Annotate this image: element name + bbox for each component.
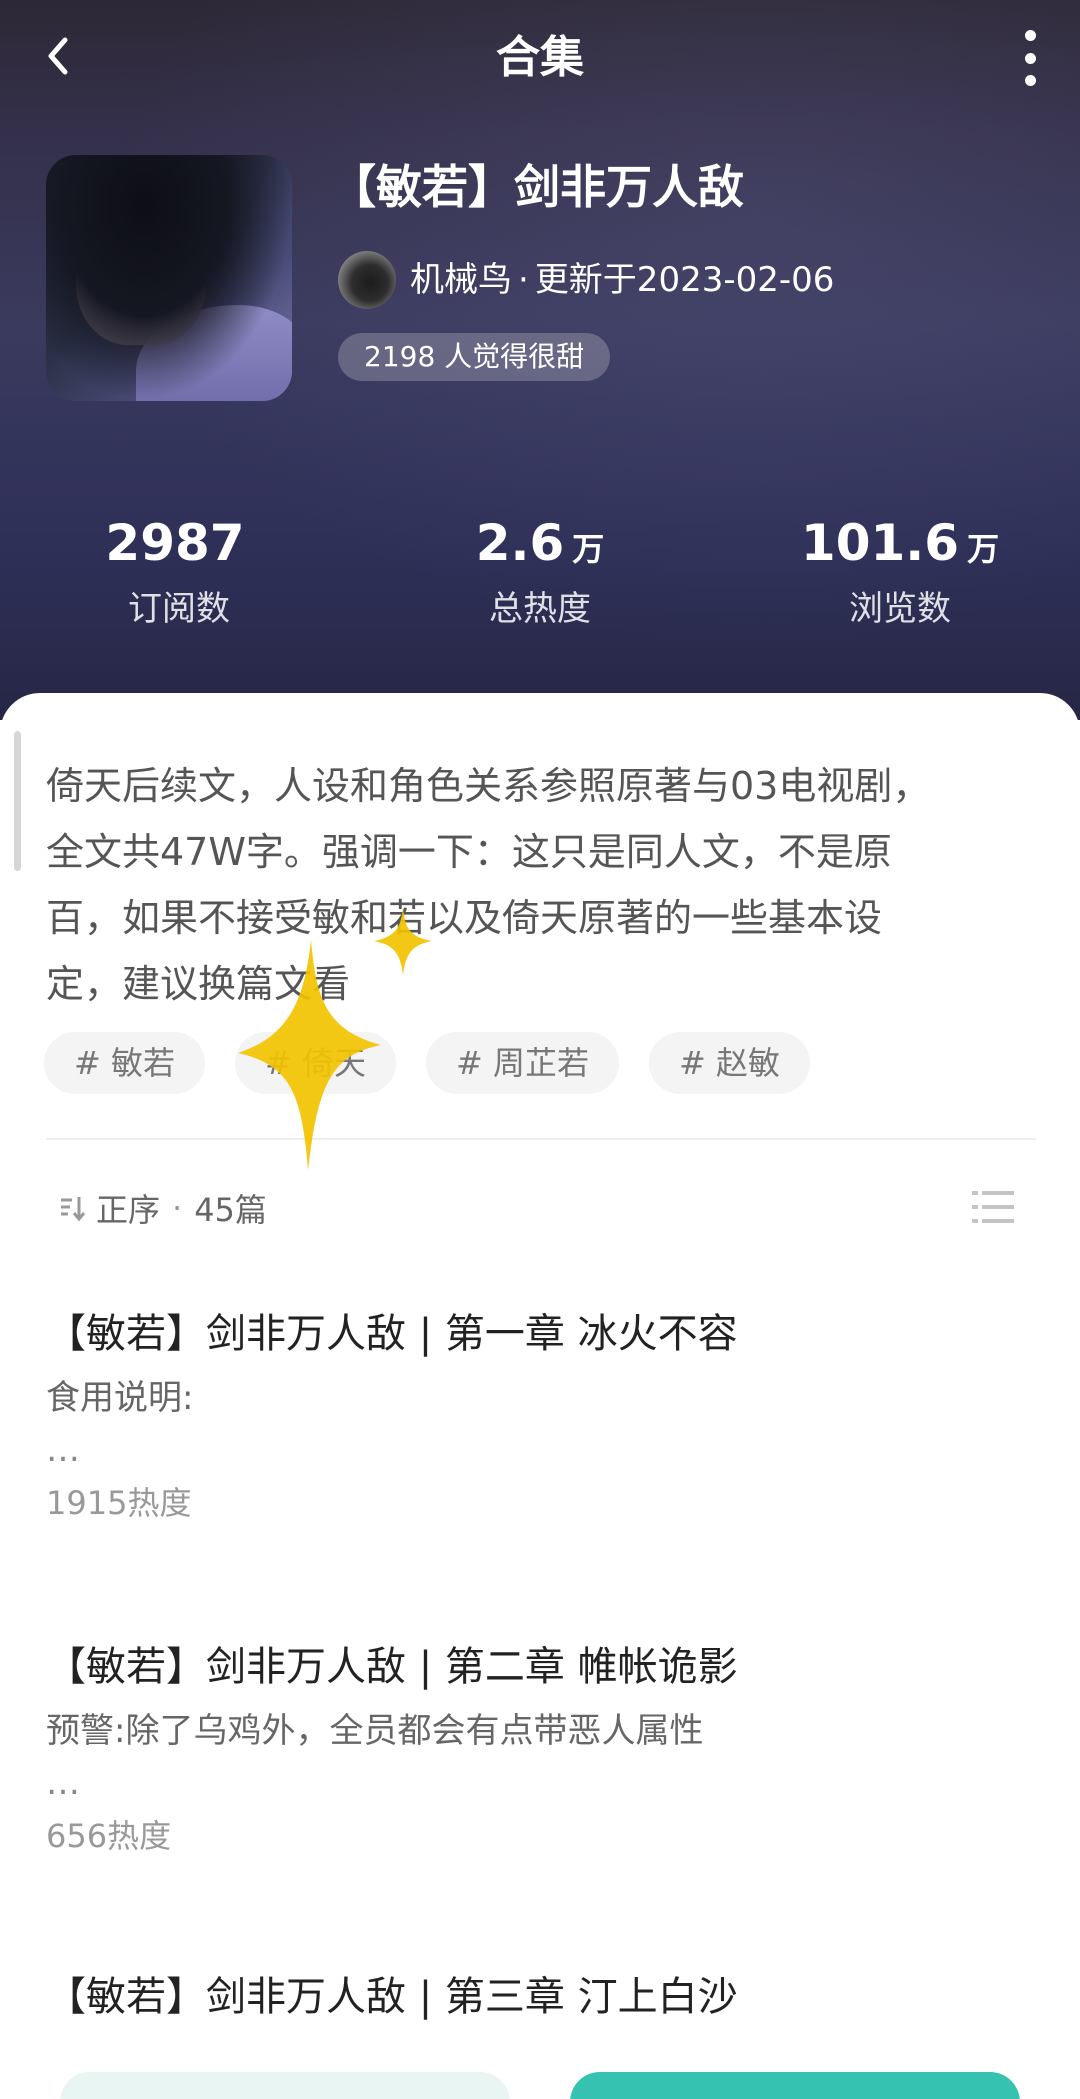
stat-value: 2987 — [105, 514, 245, 572]
author-avatar[interactable] — [338, 251, 396, 309]
author-name[interactable]: 机械鸟 — [410, 257, 512, 303]
stat-label: 浏览数 — [849, 589, 951, 629]
collection-header: 合集 【敏若】剑非万人敌 机械鸟 · 更新于2023-02-06 2198 人觉… — [0, 0, 1080, 720]
description-line: 百，如果不接受敏和若以及倚天原著的一些基本设 — [46, 896, 883, 940]
stat-subscriptions: 2987 订阅数 — [29, 508, 329, 634]
stat-unit: 万 — [967, 530, 1000, 568]
stat-total-heat: 2.6 万 总热度 — [390, 508, 690, 634]
page-title: 合集 — [496, 32, 584, 83]
sweet-badge: 2198 人觉得很甜 — [338, 333, 611, 381]
bottom-action-bar — [0, 2052, 1080, 2099]
list-icon — [972, 1191, 1014, 1223]
stat-unit: 万 — [572, 530, 605, 568]
chapter-ellipsis: … — [46, 1763, 80, 1803]
top-bar: 合集 — [0, 0, 1080, 118]
chapter-item[interactable]: 【敏若】剑非万人敌 | 第一章 冰火不容 食用说明: … 1915热度 — [46, 1303, 1036, 1529]
sort-order-label: 正序 — [96, 1191, 161, 1229]
description-line: 倚天后续文，人设和角色关系参照原著与03电视剧， — [46, 764, 931, 808]
chapter-heat: 1915热度 — [46, 1484, 192, 1522]
chapter-summary: 预警:除了乌鸡外，全员都会有点带恶人属性 — [46, 1711, 704, 1751]
scroll-indicator — [14, 731, 21, 871]
stats-row: 2987 订阅数 2.6 万 总热度 101.6 万 浏览数 — [0, 508, 1080, 648]
divider — [46, 1138, 1036, 1140]
tag-chip[interactable]: # 敏若 — [44, 1032, 205, 1094]
chapter-ellipsis: … — [46, 1430, 80, 1470]
chapter-title: 【敏若】剑非万人敌 | 第一章 冰火不容 — [46, 1311, 738, 1357]
collection-cover-image[interactable] — [46, 155, 292, 401]
author-row: 机械鸟 · 更新于2023-02-06 — [338, 250, 834, 310]
chapter-summary: 食用说明: — [46, 1378, 194, 1418]
stat-views: 101.6 万 浏览数 — [750, 508, 1050, 634]
description-line: 全文共47W字。强调一下：这只是同人文，不是原 — [46, 830, 892, 874]
stat-value: 2.6 — [475, 514, 565, 572]
tag-chip[interactable]: # 赵敏 — [649, 1032, 810, 1094]
content-sheet: 倚天后续文，人设和角色关系参照原著与03电视剧， 全文共47W字。强调一下：这只… — [0, 693, 1080, 2099]
more-vertical-icon — [1024, 30, 1036, 41]
chapter-title: 【敏若】剑非万人敌 | 第二章 帷帐诡影 — [46, 1644, 738, 1690]
sort-icon — [58, 1193, 88, 1223]
chapter-title: 【敏若】剑非万人敌 | 第三章 汀上白沙 — [46, 1974, 738, 2020]
collection-title: 【敏若】剑非万人敌 — [330, 160, 744, 214]
update-date: 更新于2023-02-06 — [534, 260, 835, 300]
sparkle-doodle-large — [238, 940, 381, 1170]
chapter-heat: 656热度 — [46, 1817, 172, 1855]
tag-chip[interactable]: # 周芷若 — [426, 1032, 619, 1094]
separator: · — [172, 1189, 183, 1227]
stat-label: 订阅数 — [128, 589, 230, 629]
description-line: 定，建议换篇文看 — [46, 962, 351, 1006]
chapter-count: 45篇 — [194, 1191, 267, 1229]
stat-label: 总热度 — [489, 589, 591, 629]
collection-description[interactable]: 倚天后续文，人设和角色关系参照原著与03电视剧， 全文共47W字。强调一下：这只… — [46, 753, 1036, 1017]
tag-list: # 敏若 # 倚天 # 周芷若 # 赵敏 — [44, 1032, 840, 1094]
separator: · — [518, 260, 529, 300]
stat-value: 101.6 — [800, 514, 960, 572]
primary-action-button[interactable] — [570, 2072, 1020, 2099]
sparkle-doodle-small — [374, 907, 432, 975]
chapter-item[interactable]: 【敏若】剑非万人敌 | 第三章 汀上白沙 — [46, 1966, 1036, 2034]
secondary-action-button[interactable] — [60, 2072, 510, 2099]
more-options-button[interactable] — [1020, 30, 1040, 86]
sort-order-toggle[interactable]: 正序 · 45篇 — [58, 1183, 267, 1233]
chapter-item[interactable]: 【敏若】剑非万人敌 | 第二章 帷帐诡影 预警:除了乌鸡外，全员都会有点带恶人属… — [46, 1636, 1036, 1862]
collection-page: 合集 【敏若】剑非万人敌 机械鸟 · 更新于2023-02-06 2198 人觉… — [0, 0, 1080, 2099]
list-view-button[interactable] — [972, 1187, 1014, 1227]
